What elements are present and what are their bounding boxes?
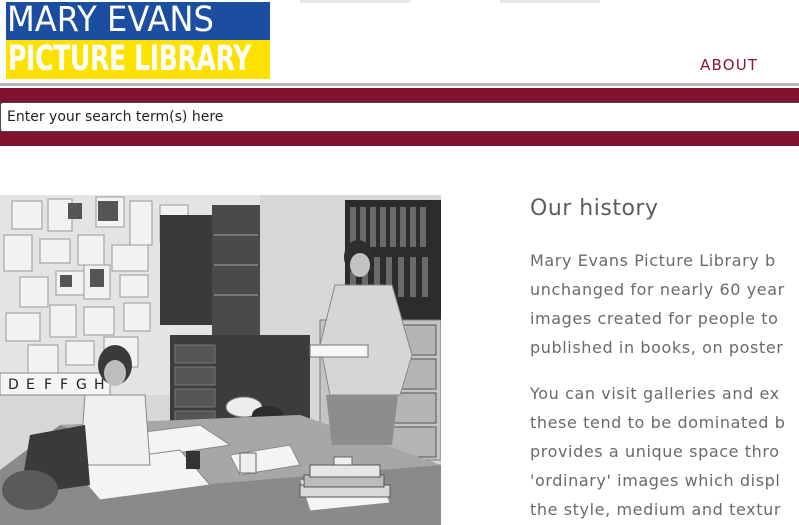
- paragraph-line: Mary Evans Picture Library b: [530, 251, 776, 270]
- paragraph-line: images created for people to: [530, 309, 779, 328]
- paragraph-line: published in books, on poster: [530, 338, 784, 357]
- nav-about-link[interactable]: ABOUT: [700, 56, 758, 74]
- logo-line1: MARY EVANS: [7, 2, 214, 40]
- archive-office-photo: D E F F G H: [0, 195, 441, 525]
- svg-text:F: F: [60, 377, 68, 393]
- svg-text:E: E: [26, 377, 35, 393]
- svg-text:F: F: [44, 377, 52, 393]
- logo-bottom-band: PICTURE LIBRARY: [6, 40, 270, 79]
- svg-text:G: G: [76, 377, 87, 393]
- history-paragraph-1: Mary Evans Picture Library b unchanged f…: [530, 246, 785, 362]
- logo-line2: PICTURE LIBRARY: [8, 40, 251, 79]
- logo-top-band: MARY EVANS: [6, 2, 270, 40]
- paragraph-line: the style, medium and textur: [530, 500, 782, 519]
- history-paragraph-2: You can visit galleries and ex these ten…: [530, 379, 786, 524]
- svg-text:H: H: [94, 377, 105, 393]
- paragraph-line: these tend to be dominated b: [530, 413, 786, 432]
- paragraph-line: You can visit galleries and ex: [530, 384, 780, 403]
- svg-text:D: D: [8, 377, 19, 393]
- paragraph-line: unchanged for nearly 60 year: [530, 280, 785, 299]
- paragraph-line: provides a unique space thro: [530, 442, 780, 461]
- site-logo[interactable]: MARY EVANS PICTURE LIBRARY: [6, 2, 270, 79]
- paragraph-line: 'ordinary' images which displ: [530, 471, 781, 490]
- section-heading: Our history: [530, 196, 659, 221]
- search-input[interactable]: [0, 102, 799, 132]
- header-divider: [0, 83, 799, 86]
